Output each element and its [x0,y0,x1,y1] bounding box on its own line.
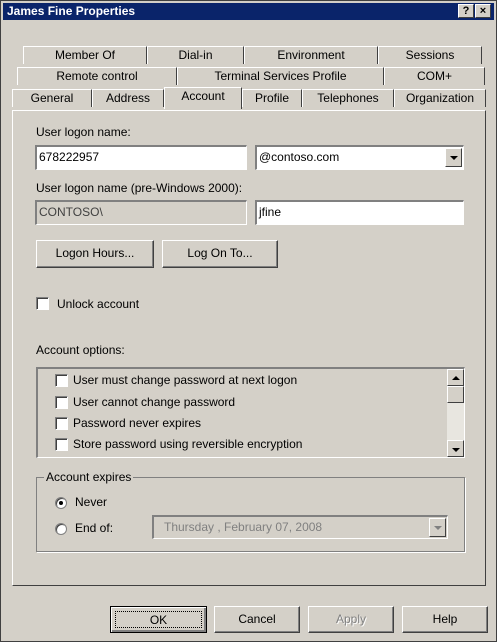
option-checkbox[interactable] [55,374,68,387]
pre2000-domain-field: CONTOSO\ [35,200,247,225]
cancel-button[interactable]: Cancel [214,606,300,633]
tab-com-plus[interactable]: COM+ [384,67,485,85]
apply-button[interactable]: Apply [308,606,394,633]
domain-dropdown[interactable]: @contoso.com [255,145,464,170]
close-title-button[interactable]: × [475,4,491,18]
logon-name-label: User logon name: [36,125,131,139]
tab-remote-control[interactable]: Remote control [17,67,177,85]
tab-account[interactable]: Account [164,87,242,109]
properties-dialog: James Fine Properties ? × Member Of Dial… [0,0,497,642]
ok-button[interactable]: OK [110,606,207,633]
options-scrollbar[interactable] [447,369,464,457]
logon-hours-button[interactable]: Logon Hours... [36,240,154,268]
option-label: User must change password at next logon [73,373,298,387]
tab-telephones[interactable]: Telephones [302,89,394,107]
tab-organization[interactable]: Organization [394,89,486,107]
tab-terminal-services-profile[interactable]: Terminal Services Profile [177,67,384,85]
option-checkbox[interactable] [55,396,68,409]
help-button[interactable]: Help [402,606,488,633]
tab-profile[interactable]: Profile [242,89,302,107]
account-options-label: Account options: [36,343,125,357]
unlock-account-label: Unlock account [57,297,140,311]
log-on-to-button[interactable]: Log On To... [162,240,278,268]
end-of-label: End of: [75,521,114,535]
title-bar[interactable]: James Fine Properties ? × [3,3,494,20]
scroll-up-icon[interactable] [447,369,464,386]
window-title: James Fine Properties [7,4,136,18]
tab-member-of[interactable]: Member Of [23,46,147,64]
tab-environment[interactable]: Environment [244,46,378,64]
unlock-account-checkbox[interactable] [36,297,49,310]
account-expires-label: Account expires [44,470,134,484]
pre2000-user-input[interactable]: jfine [255,200,464,225]
account-options-list[interactable]: User must change password at next logon … [36,367,465,458]
pre2000-label: User logon name (pre-Windows 2000): [36,181,243,195]
tab-sessions[interactable]: Sessions [378,46,482,64]
end-of-date-value: Thursday , February 07, 2008 [164,520,323,534]
end-of-radio[interactable] [55,523,67,535]
tab-address[interactable]: Address [92,89,164,107]
option-checkbox[interactable] [55,417,68,430]
tab-general[interactable]: General [12,89,92,107]
scroll-thumb[interactable] [447,386,464,403]
never-radio[interactable] [55,497,67,509]
chevron-down-icon[interactable] [445,148,462,167]
option-label: Store password using reversible encrypti… [73,437,303,451]
end-of-date-picker: Thursday , February 07, 2008 [152,515,448,539]
account-expires-group: Account expires Never End of: Thursday ,… [36,470,465,552]
logon-name-input[interactable]: 678222957 [35,145,247,170]
calendar-dropdown-icon [429,518,446,537]
tab-dial-in[interactable]: Dial-in [147,46,244,64]
domain-value: @contoso.com [259,150,340,164]
scroll-down-icon[interactable] [447,440,464,457]
help-title-button[interactable]: ? [458,4,474,18]
option-label: User cannot change password [73,395,236,409]
option-label: Password never expires [73,416,202,430]
never-label: Never [75,495,108,509]
option-checkbox[interactable] [55,438,68,451]
ok-label: OK [115,611,202,628]
